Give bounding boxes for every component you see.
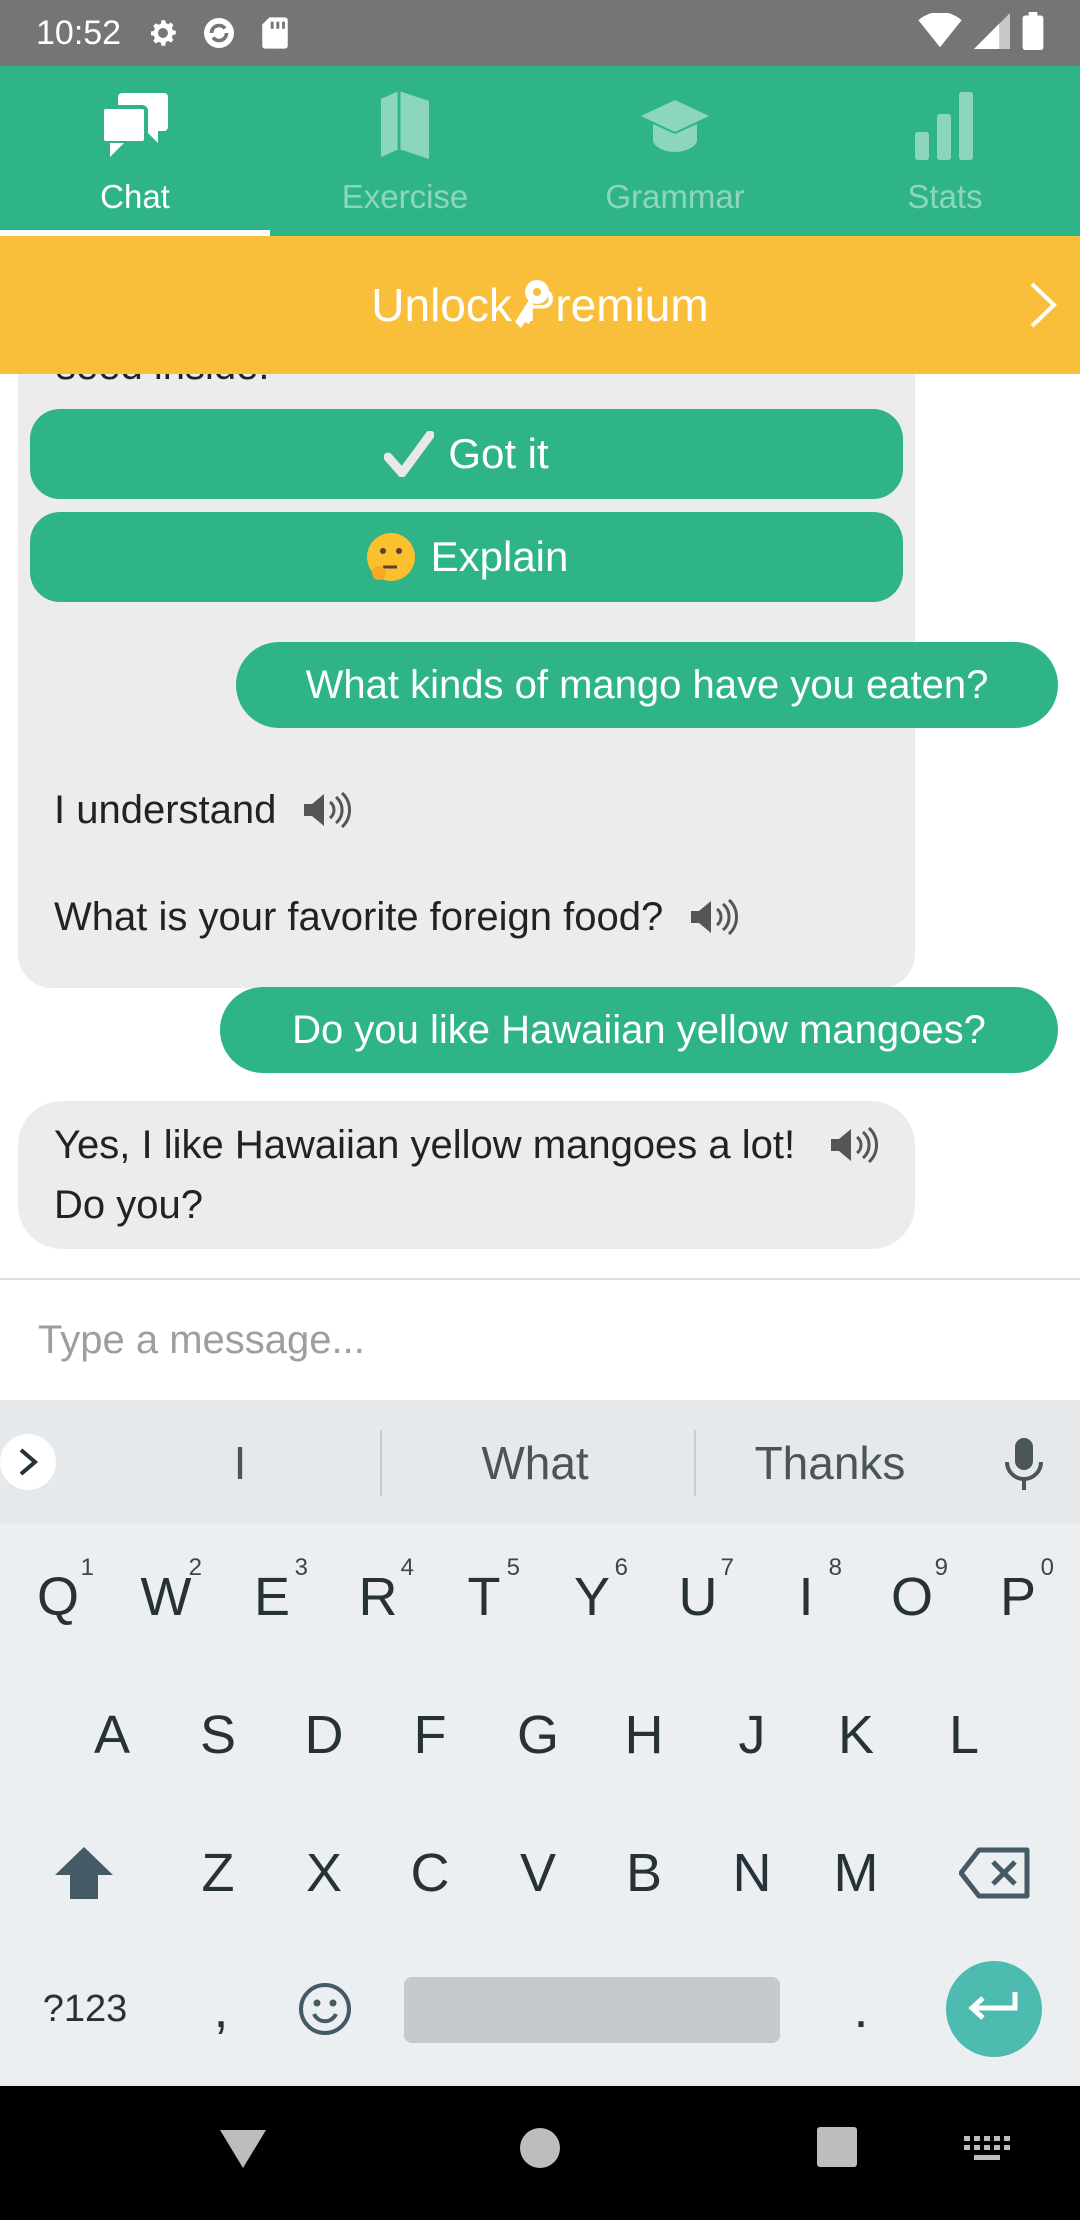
comma-key[interactable]: , — [196, 1944, 246, 2074]
got-it-label: Got it — [448, 430, 549, 477]
check-mark-icon — [384, 431, 435, 477]
tab-label: Chat — [100, 178, 170, 215]
tab-label: Exercise — [341, 178, 469, 215]
key-t[interactable]: T5 — [446, 1532, 522, 1662]
card-text: seed inside. — [56, 374, 269, 386]
battery-icon — [1022, 11, 1044, 55]
sync-icon — [199, 13, 239, 53]
key-q[interactable]: Q1 — [20, 1532, 96, 1662]
emoji-icon — [299, 1983, 351, 2035]
key-x[interactable]: X — [286, 1808, 362, 1938]
suggestion-divider — [694, 1430, 696, 1496]
suggestion-strip: I What Thanks — [0, 1400, 1080, 1524]
message-text: What kinds of mango have you eaten? — [305, 663, 989, 707]
enter-icon — [968, 1992, 1018, 2020]
key-p[interactable]: P0 — [980, 1532, 1056, 1662]
book-icon — [365, 86, 445, 166]
got-it-button[interactable]: Got it — [30, 409, 903, 499]
key-e[interactable]: E3 — [234, 1532, 310, 1662]
unlock-premium-banner[interactable]: Unlock Premium — [0, 236, 1080, 374]
speaker-icon[interactable] — [689, 897, 739, 937]
suggestion-3[interactable]: Thanks — [720, 1436, 940, 1490]
back-icon[interactable] — [218, 2126, 268, 2172]
bot-message: I understand — [18, 766, 408, 854]
explain-label: Explain — [430, 533, 569, 580]
message-text: Yes, I like Hawaiian yellow mangoes a lo… — [54, 1123, 796, 1227]
key-v[interactable]: V — [500, 1808, 576, 1938]
shift-icon — [55, 1847, 113, 1899]
key-d[interactable]: D — [286, 1670, 362, 1800]
key-c[interactable]: C — [392, 1808, 468, 1938]
home-icon[interactable] — [518, 2126, 562, 2170]
chat-icon — [95, 86, 175, 166]
key-s[interactable]: S — [180, 1670, 256, 1800]
key-a[interactable]: A — [74, 1670, 150, 1800]
graduation-cap-icon — [635, 86, 715, 166]
tab-bar: Chat Exercise Grammar Stats — [0, 66, 1080, 236]
tab-label: Grammar — [605, 178, 745, 215]
status-bar: 10:52 — [0, 0, 1080, 66]
chat-list[interactable]: seed inside. Got it Explain What kinds o… — [0, 374, 1080, 1278]
message-text: Do you like Hawaiian yellow mangoes? — [292, 1008, 986, 1052]
message-input-bar — [0, 1280, 1080, 1400]
key-u[interactable]: U7 — [660, 1532, 736, 1662]
key-h[interactable]: H — [606, 1670, 682, 1800]
settings-icon — [143, 13, 183, 53]
tab-chat[interactable]: Chat — [0, 66, 270, 236]
enter-key[interactable] — [946, 1961, 1042, 2057]
keyboard-icon[interactable] — [964, 2136, 1010, 2162]
suggestion-2[interactable]: What — [420, 1436, 650, 1490]
period-key[interactable]: . — [836, 1944, 886, 2074]
key-y[interactable]: Y6 — [554, 1532, 630, 1662]
shift-key[interactable] — [46, 1808, 122, 1938]
key-i[interactable]: I8 — [768, 1532, 844, 1662]
tab-grammar[interactable]: Grammar — [540, 66, 810, 236]
microphone-icon[interactable] — [1002, 1436, 1046, 1497]
key-k[interactable]: K — [818, 1670, 894, 1800]
key-z[interactable]: Z — [180, 1808, 256, 1938]
message-text: What is your favorite foreign food? — [54, 895, 664, 939]
key-j[interactable]: J — [714, 1670, 790, 1800]
bot-message: What is your favorite foreign food? — [18, 873, 837, 961]
key-m[interactable]: M — [818, 1808, 894, 1938]
emoji-key[interactable] — [292, 1944, 358, 2074]
backspace-key[interactable] — [950, 1808, 1040, 1938]
key-w[interactable]: W2 — [128, 1532, 204, 1662]
key-f[interactable]: F — [392, 1670, 468, 1800]
speaker-icon[interactable] — [829, 1125, 879, 1165]
suggestion-1[interactable]: I — [190, 1436, 290, 1490]
key-g[interactable]: G — [500, 1670, 576, 1800]
sd-card-icon — [255, 13, 295, 53]
key-r[interactable]: R4 — [340, 1532, 416, 1662]
key-b[interactable]: B — [606, 1808, 682, 1938]
bot-message: Yes, I like Hawaiian yellow mangoes a lo… — [18, 1101, 915, 1249]
chevron-right-icon[interactable] — [0, 1434, 56, 1490]
signal-icon — [974, 12, 1010, 54]
tab-stats[interactable]: Stats — [810, 66, 1080, 236]
keyboard: I What Thanks Q1 W2 E3 R4 T5 Y6 U7 I8 O9… — [0, 1400, 1080, 2086]
key-l[interactable]: L — [926, 1670, 1002, 1800]
chevron-right-icon — [1028, 280, 1058, 341]
key-icon — [513, 240, 553, 370]
speaker-icon[interactable] — [302, 790, 352, 830]
message-text: I understand — [54, 788, 277, 832]
key-o[interactable]: O9 — [874, 1532, 950, 1662]
explain-button[interactable]: Explain — [30, 512, 903, 602]
space-key[interactable] — [404, 1977, 780, 2043]
tab-exercise[interactable]: Exercise — [270, 66, 540, 236]
symbols-key[interactable]: ?123 — [30, 1944, 140, 2074]
status-time: 10:52 — [36, 13, 122, 52]
thinking-face-icon — [365, 531, 417, 583]
recents-icon[interactable] — [816, 2126, 858, 2168]
wifi-icon — [918, 11, 962, 54]
backspace-icon — [959, 1847, 1030, 1899]
navigation-bar — [0, 2086, 1080, 2220]
user-message: What kinds of mango have you eaten? — [236, 642, 1058, 728]
user-message: Do you like Hawaiian yellow mangoes? — [220, 987, 1058, 1073]
tab-label: Stats — [907, 178, 983, 215]
key-n[interactable]: N — [714, 1808, 790, 1938]
bar-chart-icon — [905, 86, 985, 166]
message-input[interactable] — [38, 1317, 1038, 1363]
suggestion-divider — [380, 1430, 382, 1496]
